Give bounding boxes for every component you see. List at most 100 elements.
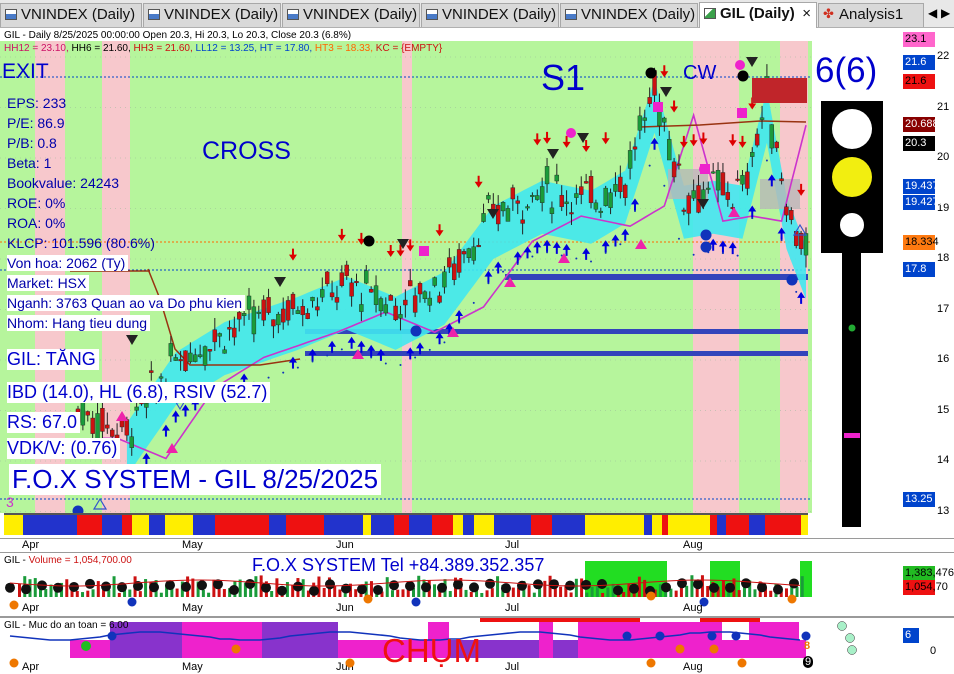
volume-dot bbox=[725, 582, 735, 593]
ht-value: HT = 17.80, bbox=[259, 43, 313, 54]
candle-body bbox=[637, 115, 643, 131]
candle-body bbox=[623, 184, 628, 198]
candle-body bbox=[202, 346, 208, 366]
volume-bar bbox=[485, 590, 489, 597]
volume-bar bbox=[601, 592, 605, 597]
trend-strip-segment bbox=[187, 515, 193, 535]
month-label: Aug bbox=[683, 602, 703, 614]
chart-tab-icon bbox=[426, 9, 438, 20]
cw-label: CW bbox=[683, 62, 717, 84]
volume-bar bbox=[464, 589, 468, 597]
candle-body bbox=[158, 376, 164, 379]
candle-body bbox=[217, 333, 222, 337]
month-label: Jul bbox=[505, 539, 520, 551]
volume-dot bbox=[277, 585, 287, 596]
candle-body bbox=[90, 417, 95, 434]
candle-body bbox=[691, 190, 696, 199]
volume-bar bbox=[433, 584, 437, 597]
trend-strip-segment bbox=[576, 515, 585, 535]
volume-bar bbox=[238, 579, 242, 597]
fundamental-item: P/E: 86.9 bbox=[7, 115, 65, 131]
tab-gil-daily[interactable]: GIL (Daily) × bbox=[699, 2, 817, 28]
trend-strip-segment bbox=[668, 515, 690, 535]
cross-label: CROSS bbox=[202, 137, 291, 165]
trend-strip-segment bbox=[474, 515, 494, 535]
candle-body bbox=[710, 171, 716, 174]
tab-bar: VNINDEX (Daily) VNINDEX (Daily) VNINDEX … bbox=[0, 0, 954, 28]
volume-marker bbox=[9, 600, 19, 610]
tab-label: VNINDEX (Daily) bbox=[21, 6, 136, 23]
fundamental-item: EPS: 233 bbox=[7, 95, 67, 111]
candle-body bbox=[315, 306, 320, 311]
candle-body bbox=[422, 291, 428, 300]
candle-body bbox=[662, 117, 667, 123]
candle-body bbox=[549, 207, 555, 214]
dot-signal bbox=[736, 254, 739, 257]
price-chart-pane[interactable]: GIL - Daily 8/25/2025 00:00:00 Open 20.3… bbox=[0, 29, 954, 538]
trend-strip-segment bbox=[717, 515, 726, 535]
volume-bar bbox=[800, 576, 804, 597]
tab-vnindex-2[interactable]: VNINDEX (Daily) bbox=[143, 3, 281, 27]
trend-strip-segment bbox=[531, 515, 552, 535]
safety-level-pane[interactable]: Apr May Jun Jul Aug GIL - Muc do an toan = 6… bbox=[0, 618, 954, 674]
chart-tab-icon bbox=[704, 8, 716, 19]
candle-body bbox=[696, 185, 701, 213]
candle-body bbox=[447, 257, 452, 268]
candle-body bbox=[85, 411, 90, 416]
trend-strip-segment bbox=[215, 515, 237, 535]
volume-bar bbox=[81, 592, 85, 597]
candle-body bbox=[134, 406, 139, 411]
tab-vnindex-4[interactable]: VNINDEX (Daily) bbox=[421, 3, 559, 27]
candle-body bbox=[222, 349, 227, 354]
trend-strip-segment bbox=[324, 515, 346, 535]
candle-body bbox=[681, 209, 687, 212]
fundamental-item: Nhom: Hang tieu dung bbox=[7, 315, 151, 331]
volume-dot bbox=[709, 582, 719, 593]
trend-strip-segment bbox=[494, 515, 504, 535]
dot-signal bbox=[677, 237, 680, 240]
candle-body bbox=[378, 298, 384, 312]
close-tab-icon[interactable]: × bbox=[802, 3, 811, 25]
trend-strip-segment bbox=[409, 515, 432, 535]
tab-vnindex-5[interactable]: VNINDEX (Daily) bbox=[560, 3, 698, 27]
volume-bar bbox=[86, 590, 90, 597]
price-axis-tick: 14 bbox=[937, 454, 950, 466]
resistance-box bbox=[752, 78, 807, 103]
candle-body bbox=[129, 436, 134, 448]
volume-dot bbox=[389, 580, 399, 591]
volume-tag-high: 1,383,476 bbox=[903, 566, 954, 581]
price-chart[interactable] bbox=[0, 29, 954, 538]
tab-label: Analysis1 bbox=[839, 6, 904, 23]
chum-label: CHỤM bbox=[382, 632, 481, 669]
trend-strip-segment bbox=[690, 515, 710, 535]
trend-strip-segment bbox=[394, 515, 409, 535]
trend-strip-segment bbox=[122, 515, 132, 535]
volume-bar bbox=[721, 580, 725, 597]
tab-scroll-left-icon[interactable]: ◀ bbox=[928, 6, 937, 20]
volume-bar bbox=[112, 576, 116, 597]
candle-body bbox=[720, 172, 726, 196]
candle-body bbox=[520, 219, 525, 224]
candle-body bbox=[706, 187, 711, 190]
price-axis-tick: 21 bbox=[937, 100, 950, 113]
volume-bar bbox=[606, 587, 610, 597]
tab-analysis1[interactable]: ✤ Analysis1 bbox=[818, 3, 924, 27]
volume-dot bbox=[293, 581, 303, 592]
support-bar bbox=[505, 274, 808, 280]
safety-legend-dot bbox=[837, 621, 847, 631]
trend-strip-segment bbox=[23, 515, 46, 535]
tab-vnindex-1[interactable]: VNINDEX (Daily) bbox=[0, 3, 142, 27]
candle-body bbox=[647, 97, 652, 104]
volume-bar bbox=[784, 588, 788, 597]
volume-pane[interactable]: Apr May Jun Jul Aug GIL - Volume = 1,054,700… bbox=[0, 553, 954, 616]
candle-body bbox=[168, 343, 174, 357]
candle-body bbox=[305, 313, 310, 319]
volume-bar bbox=[527, 585, 531, 597]
candle-body bbox=[261, 299, 266, 321]
tab-vnindex-3[interactable]: VNINDEX (Daily) bbox=[282, 3, 420, 27]
volume-dot bbox=[181, 581, 191, 592]
dot-signal bbox=[590, 260, 593, 263]
tab-scroll-right-icon[interactable]: ▶ bbox=[941, 6, 950, 20]
tab-label: VNINDEX (Daily) bbox=[164, 6, 279, 23]
magenta-square bbox=[737, 108, 747, 118]
